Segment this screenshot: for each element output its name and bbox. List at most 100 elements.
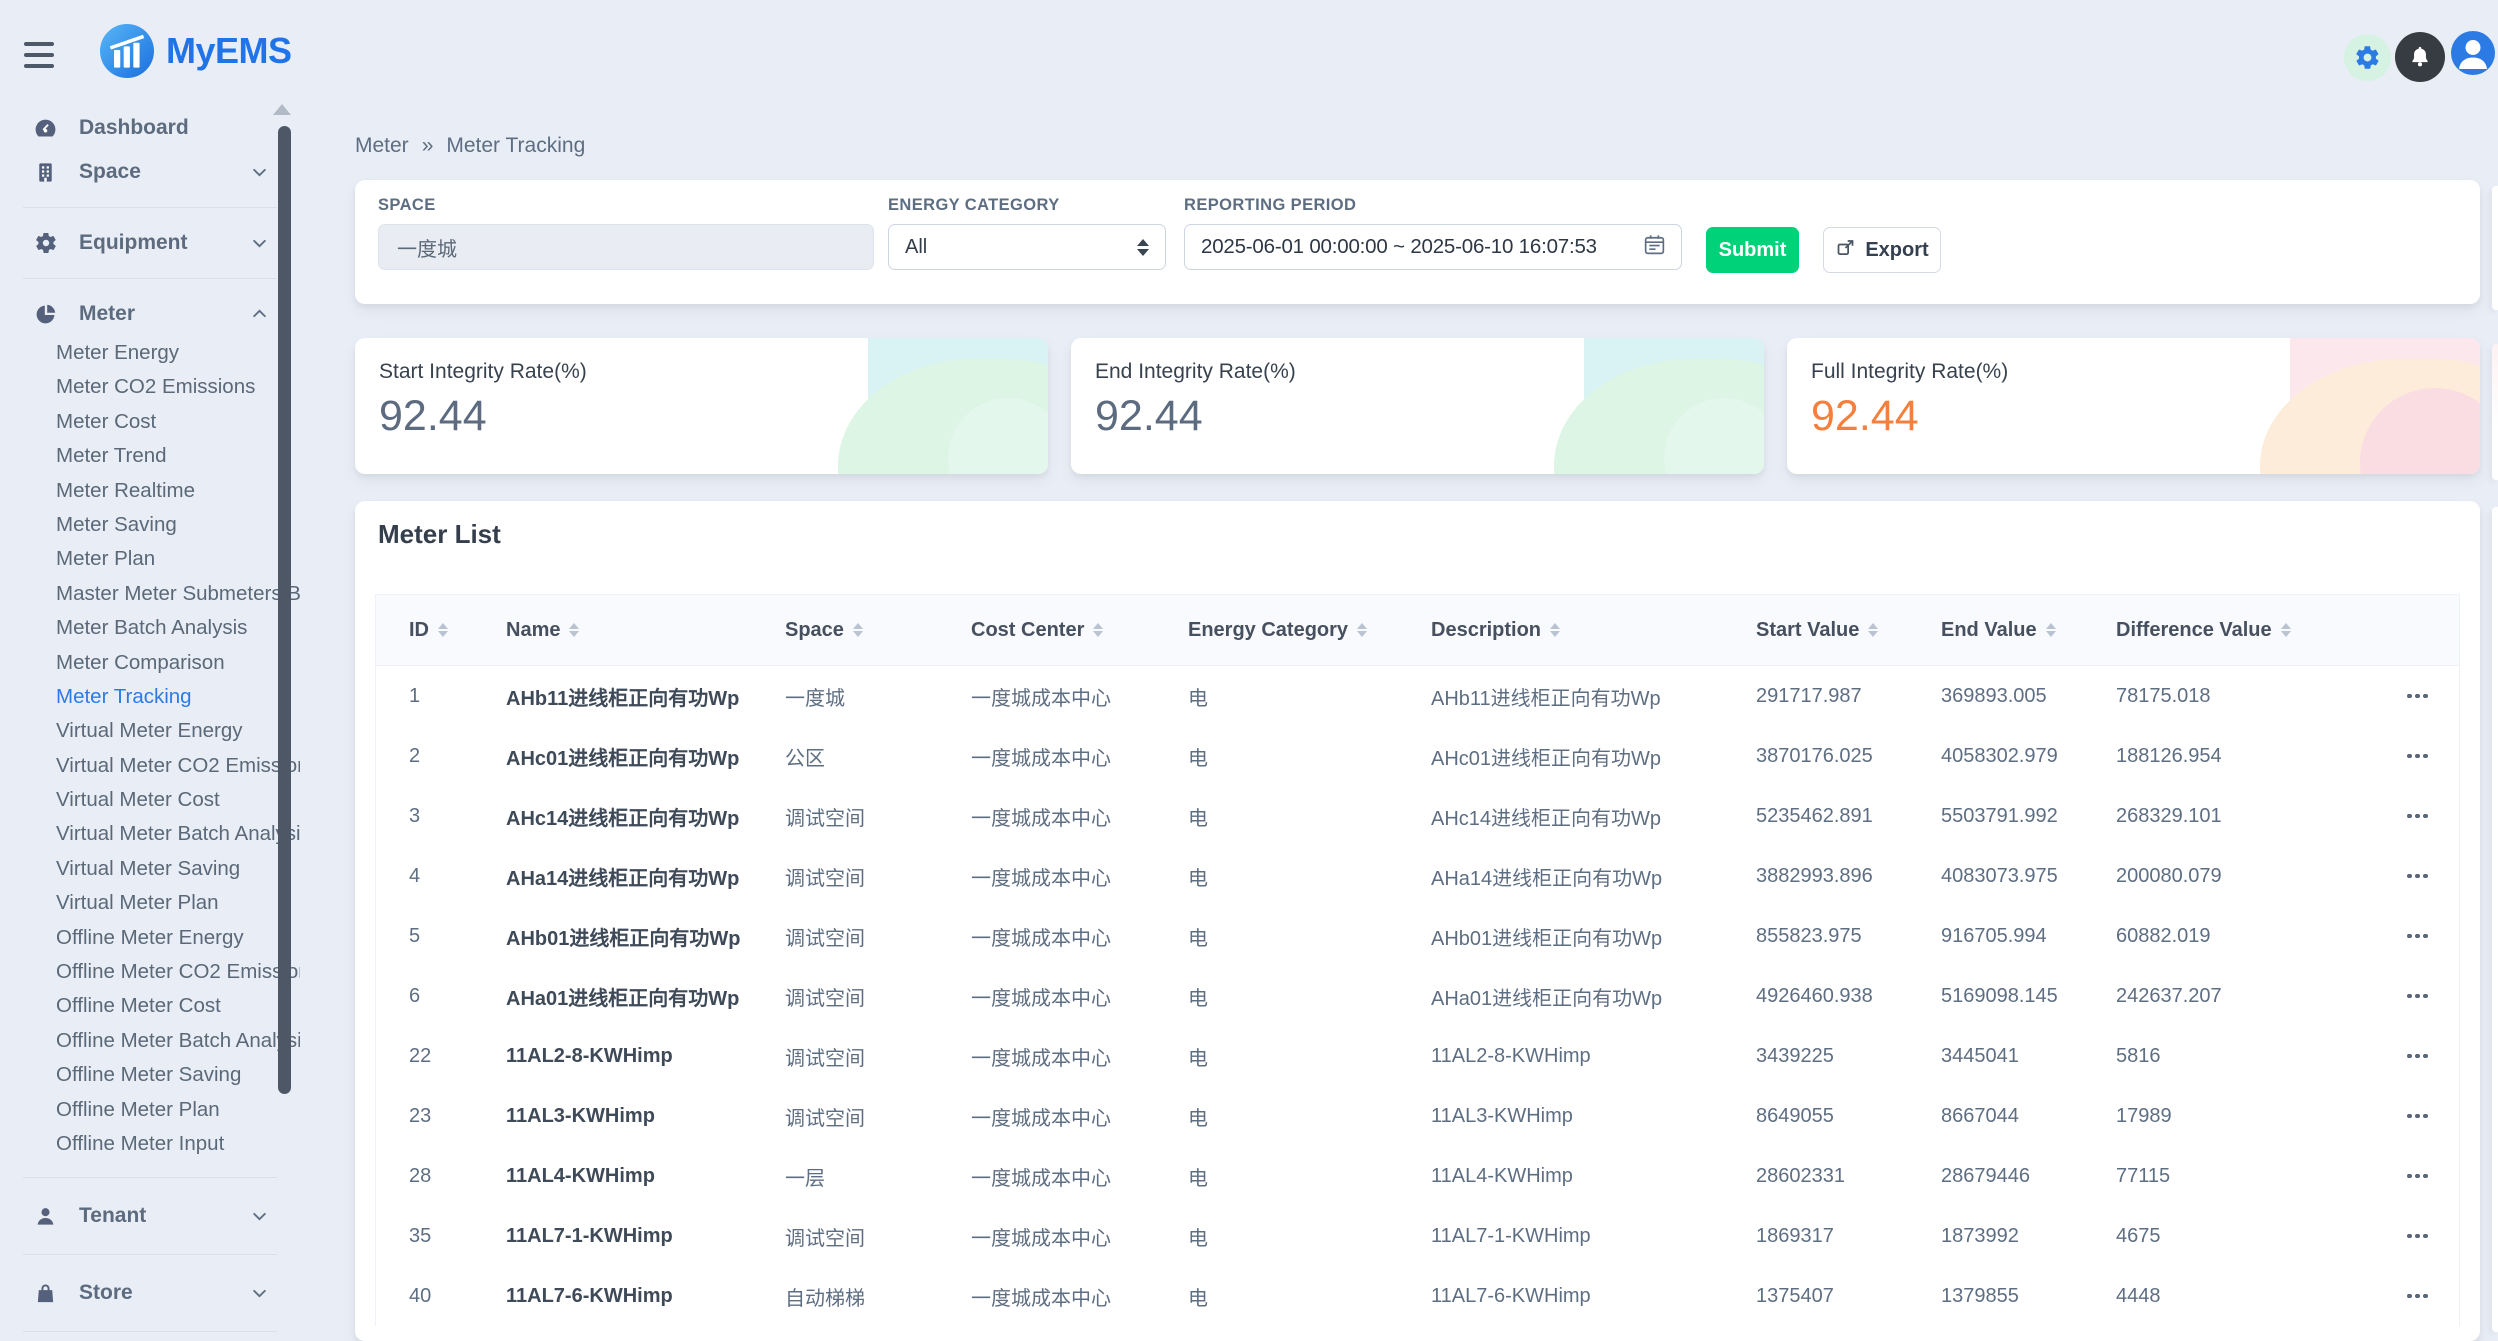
menu-toggle-button[interactable] (24, 42, 54, 68)
cell-id: 40 (376, 1285, 506, 1308)
sidebar-subitem-master-meter-submeters-balance[interactable]: Master Meter Submeters Balance (0, 577, 300, 611)
cell-start-value: 291717.987 (1756, 685, 1941, 708)
cell-description: AHb01进线柜正向有功Wp (1431, 922, 1756, 951)
cell-start-value: 1869317 (1756, 1225, 1941, 1248)
sidebar-subitem-meter-plan[interactable]: Meter Plan (0, 542, 300, 576)
sidebar-subitem-meter-realtime[interactable]: Meter Realtime (0, 474, 300, 508)
cell-description: AHc14进线柜正向有功Wp (1431, 802, 1756, 831)
sidebar-subitem-virtual-meter-energy[interactable]: Virtual Meter Energy (0, 714, 300, 748)
row-actions-button[interactable] (2401, 986, 2434, 1007)
sort-icon (1093, 623, 1103, 637)
sidebar-subitem-meter-cost[interactable]: Meter Cost (0, 405, 300, 439)
sort-icon (1550, 623, 1560, 637)
space-label: SPACE (378, 196, 874, 215)
cell-space: 调试空间 (785, 1222, 971, 1251)
settings-button[interactable] (2344, 34, 2391, 81)
export-button[interactable]: Export (1823, 227, 1941, 273)
reporting-period-input[interactable]: 2025-06-01 00:00:00 ~ 2025-06-10 16:07:5… (1184, 224, 1682, 270)
column-header-space[interactable]: Space (785, 619, 971, 642)
cell-start-value: 28602331 (1756, 1165, 1941, 1188)
column-header-description[interactable]: Description (1431, 619, 1756, 642)
row-actions-button[interactable] (2401, 806, 2434, 827)
meter-submenu: Meter EnergyMeter CO2 EmissionsMeter Cos… (0, 336, 300, 1161)
row-actions-button[interactable] (2401, 1046, 2434, 1067)
row-actions-button[interactable] (2401, 746, 2434, 767)
row-actions-button[interactable] (2401, 1106, 2434, 1127)
sidebar-subitem-meter-trend[interactable]: Meter Trend (0, 439, 300, 473)
sidebar-subitem-offline-meter-saving[interactable]: Offline Meter Saving (0, 1058, 300, 1092)
row-actions-button[interactable] (2401, 686, 2434, 707)
cell-space: 调试空间 (785, 862, 971, 891)
sidebar-subitem-offline-meter-batch-analysis[interactable]: Offline Meter Batch Analysis (0, 1024, 300, 1058)
row-actions-button[interactable] (2401, 1166, 2434, 1187)
sidebar-subitem-virtual-meter-co2-emissions[interactable]: Virtual Meter CO2 Emissions (0, 749, 300, 783)
sidebar-subitem-meter-energy[interactable]: Meter Energy (0, 336, 300, 370)
sidebar-item-dashboard[interactable]: Dashboard (0, 106, 300, 150)
sidebar-item-meter[interactable]: Meter (0, 292, 300, 336)
sidebar-subitem-meter-tracking[interactable]: Meter Tracking (0, 680, 300, 714)
sidebar-subitem-meter-co2-emissions[interactable]: Meter CO2 Emissions (0, 370, 300, 404)
column-header-end-value[interactable]: End Value (1941, 619, 2116, 642)
main-content: Meter » Meter Tracking SPACE 一度城 ENERGY … (300, 96, 2498, 1332)
sidebar-subitem-meter-comparison[interactable]: Meter Comparison (0, 646, 300, 680)
space-input[interactable]: 一度城 (378, 224, 874, 270)
start-integrity-rate-card: Start Integrity Rate(%) 92.44 (355, 338, 1048, 474)
sidebar-subitem-offline-meter-input[interactable]: Offline Meter Input (0, 1127, 300, 1161)
scroll-up-arrow-icon[interactable] (273, 104, 291, 115)
column-header-name[interactable]: Name (506, 619, 785, 642)
cell-energy-category: 电 (1188, 862, 1431, 891)
sidebar-item-equipment[interactable]: Equipment (0, 221, 300, 265)
sidebar-subitem-meter-saving[interactable]: Meter Saving (0, 508, 300, 542)
sidebar-item-tenant[interactable]: Tenant (0, 1194, 300, 1238)
sidebar-subitem-offline-meter-plan[interactable]: Offline Meter Plan (0, 1093, 300, 1127)
cell-start-value: 1375407 (1756, 1285, 1941, 1308)
sidebar-subitem-offline-meter-energy[interactable]: Offline Meter Energy (0, 921, 300, 955)
cell-start-value: 5235462.891 (1756, 805, 1941, 828)
brand-logo[interactable]: MyEMS (100, 24, 292, 78)
cell-actions (2376, 926, 2459, 947)
sidebar-subitem-virtual-meter-plan[interactable]: Virtual Meter Plan (0, 886, 300, 920)
sidebar-item-space[interactable]: Space (0, 150, 300, 194)
column-header-cost-center[interactable]: Cost Center (971, 619, 1188, 642)
meter-list-title: Meter List (375, 519, 2460, 550)
user-avatar-icon (2451, 31, 2495, 75)
shopping-bag-icon (33, 1281, 58, 1306)
column-header-id[interactable]: ID (376, 619, 506, 642)
cell-space: 调试空间 (785, 922, 971, 951)
sidebar-item-store[interactable]: Store (0, 1271, 300, 1315)
reporting-period-filter: REPORTING PERIOD 2025-06-01 00:00:00 ~ 2… (1184, 196, 1682, 270)
cell-start-value: 4926460.938 (1756, 985, 1941, 1008)
cell-actions (2376, 866, 2459, 887)
sidebar-subitem-offline-meter-cost[interactable]: Offline Meter Cost (0, 989, 300, 1023)
row-actions-button[interactable] (2401, 926, 2434, 947)
notifications-button[interactable] (2395, 32, 2445, 82)
stat-value: 92.44 (379, 392, 1048, 441)
gear-icon (2354, 44, 2381, 71)
cell-cost-center: 一度城成本中心 (971, 922, 1188, 951)
sidebar-subitem-virtual-meter-batch-analysis[interactable]: Virtual Meter Batch Analysis (0, 817, 300, 851)
column-header-energy-category[interactable]: Energy Category (1188, 619, 1431, 642)
sidebar-subitem-offline-meter-co2-emissions[interactable]: Offline Meter CO2 Emissions (0, 955, 300, 989)
cell-energy-category: 电 (1188, 1222, 1431, 1251)
account-button[interactable] (2451, 31, 2495, 75)
cell-id: 2 (376, 745, 506, 768)
submit-button[interactable]: Submit (1706, 227, 1799, 273)
cell-description: 11AL4-KWHimp (1431, 1165, 1756, 1188)
cell-id: 5 (376, 925, 506, 948)
cell-end-value: 3445041 (1941, 1045, 2116, 1068)
energy-category-select[interactable]: All (888, 224, 1166, 270)
column-header-difference-value[interactable]: Difference Value (2116, 619, 2376, 642)
stat-title: Start Integrity Rate(%) (379, 360, 1048, 384)
sidebar-scrollbar[interactable] (278, 126, 291, 1094)
sidebar-subitem-virtual-meter-cost[interactable]: Virtual Meter Cost (0, 783, 300, 817)
cell-description: 11AL3-KWHimp (1431, 1105, 1756, 1128)
cell-end-value: 1379855 (1941, 1285, 2116, 1308)
column-header-start-value[interactable]: Start Value (1756, 619, 1941, 642)
sidebar-subitem-virtual-meter-saving[interactable]: Virtual Meter Saving (0, 852, 300, 886)
sidebar-subitem-meter-batch-analysis[interactable]: Meter Batch Analysis (0, 611, 300, 645)
row-actions-button[interactable] (2401, 1226, 2434, 1247)
breadcrumb-parent[interactable]: Meter (355, 134, 409, 158)
cell-name: AHc01进线柜正向有功Wp (506, 742, 785, 771)
row-actions-button[interactable] (2401, 866, 2434, 887)
row-actions-button[interactable] (2401, 1286, 2434, 1307)
